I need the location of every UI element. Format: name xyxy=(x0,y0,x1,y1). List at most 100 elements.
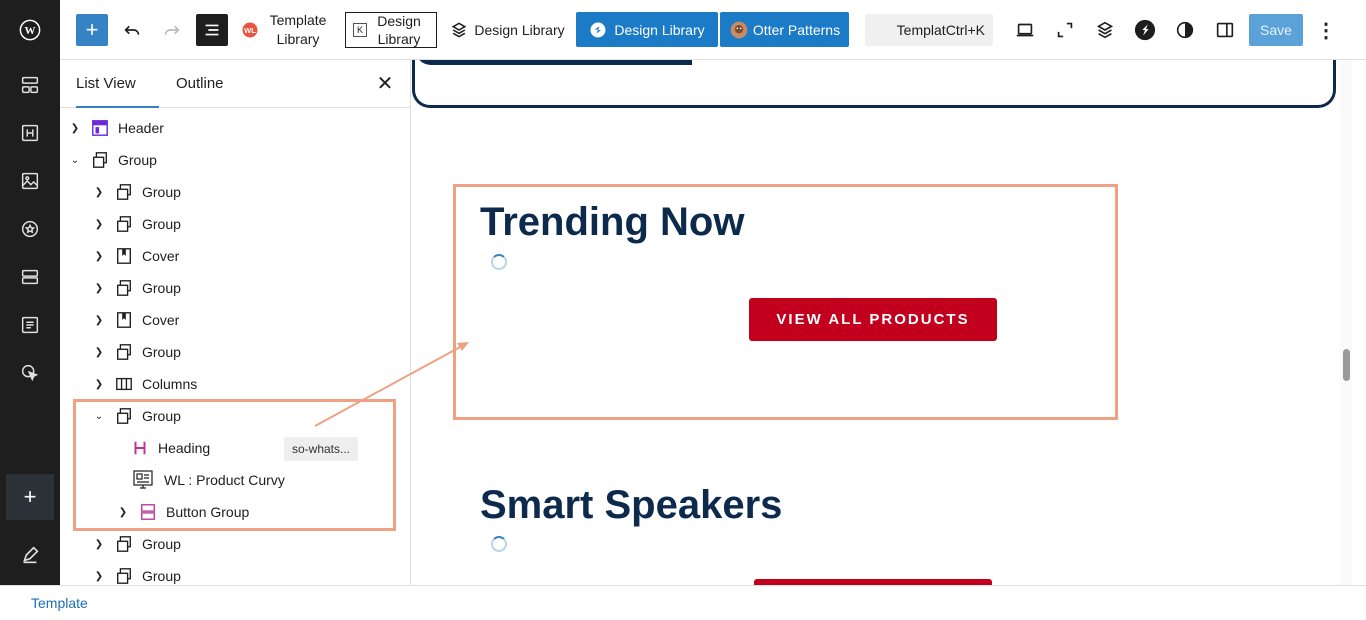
header-block-icon xyxy=(90,118,110,138)
bolt-circle-icon xyxy=(1134,19,1156,41)
hero-card-bottom xyxy=(412,60,1336,108)
otter-patterns-button[interactable]: Otter Patterns xyxy=(720,12,849,47)
chevron-down-icon[interactable]: ⌄ xyxy=(68,155,82,166)
media-image-icon[interactable] xyxy=(10,161,50,201)
chevron-right-icon[interactable]: ❯ xyxy=(92,315,106,326)
chevron-right-icon[interactable]: ❯ xyxy=(92,283,106,294)
list-item-label: Cover xyxy=(142,248,180,264)
template-library-label: Template Library xyxy=(269,12,327,47)
template-library-button[interactable]: WL Template Library xyxy=(240,12,330,48)
heading-h-icon[interactable] xyxy=(10,113,50,153)
list-item[interactable]: ❯ Group xyxy=(60,272,410,304)
list-item[interactable]: ❯ Cover xyxy=(60,240,410,272)
list-item-label: WL : Product Curvy xyxy=(164,472,285,488)
wordpress-logo-icon[interactable]: W xyxy=(10,10,50,50)
chevron-down-icon[interactable]: ⌄ xyxy=(92,411,106,422)
loading-spinner-icon xyxy=(491,254,507,270)
device-preview-button[interactable] xyxy=(1011,12,1039,48)
list-item[interactable]: ❯ Group xyxy=(60,560,410,585)
trending-now-heading[interactable]: Trending Now xyxy=(480,200,744,245)
undo-button[interactable] xyxy=(118,12,146,48)
breadcrumb[interactable]: Template xyxy=(31,595,88,611)
block-inserter-button[interactable]: + xyxy=(76,14,108,46)
list-view-icon xyxy=(205,24,219,36)
stacked-layout-icon[interactable] xyxy=(10,257,50,297)
hero-dark-panel xyxy=(415,60,692,65)
styles-button[interactable] xyxy=(1171,12,1199,48)
half-circle-contrast-icon xyxy=(1176,21,1194,39)
scrollbar-thumb[interactable] xyxy=(1343,349,1350,381)
design-library-outline-button[interactable]: K Design Library xyxy=(345,12,437,48)
chevron-right-icon[interactable]: ❯ xyxy=(92,187,106,198)
list-item-label: Group xyxy=(142,184,181,200)
fullscreen-button[interactable] xyxy=(1051,12,1079,48)
list-item[interactable]: WL : Product Curvy xyxy=(60,464,410,496)
list-item-label: Group xyxy=(142,280,181,296)
group-block-icon xyxy=(114,182,134,202)
add-new-icon[interactable]: + xyxy=(6,474,54,520)
canvas-scrollbar[interactable] xyxy=(1340,60,1352,585)
svg-text:WL: WL xyxy=(244,26,256,35)
chevron-right-icon[interactable]: ❯ xyxy=(92,379,106,390)
list-item[interactable]: ❯ Group xyxy=(60,336,410,368)
list-view-panel: List View Outline ✕ ❯ Header ⌄ Group ❯ G… xyxy=(60,60,411,585)
product-curvy-icon xyxy=(130,470,156,490)
chevron-right-icon[interactable]: ❯ xyxy=(92,539,106,550)
otter-patterns-label: Otter Patterns xyxy=(752,21,841,38)
design-library-blue-label: Design Library xyxy=(614,21,705,38)
document-overview-button[interactable] xyxy=(196,14,228,46)
list-item[interactable]: Heading so-whats... xyxy=(60,432,410,464)
expand-icon xyxy=(1057,22,1073,38)
patterns-icon[interactable] xyxy=(10,65,50,105)
save-button[interactable]: Save xyxy=(1249,14,1303,46)
list-item[interactable]: ⌄ Group xyxy=(60,144,410,176)
list-item-label: Group xyxy=(142,568,181,584)
smart-speakers-heading[interactable]: Smart Speakers xyxy=(480,483,782,528)
close-icon[interactable]: ✕ xyxy=(373,72,397,96)
page-list-icon[interactable] xyxy=(10,305,50,345)
columns-block-icon xyxy=(114,374,134,394)
laptop-icon xyxy=(1016,23,1034,37)
tab-outline[interactable]: Outline xyxy=(176,60,224,108)
list-item-label: Button Group xyxy=(166,504,250,520)
editor-footer: Template xyxy=(0,585,1366,620)
design-library-blue-button[interactable]: Design Library xyxy=(576,12,718,47)
svg-text:W: W xyxy=(25,25,36,37)
list-item[interactable]: ❯ Group xyxy=(60,208,410,240)
command-palette-shortcut: Ctrl+K xyxy=(945,22,985,38)
design-library-plain-label: Design Library xyxy=(474,22,565,38)
panel-tabs: List View Outline ✕ xyxy=(60,60,410,108)
pencil-edit-icon[interactable] xyxy=(10,535,50,575)
list-item[interactable]: ❯ Group xyxy=(60,528,410,560)
design-library-plain-button[interactable]: Design Library xyxy=(449,12,565,48)
editor-screen: W + + WL Template Library K Design Libra… xyxy=(0,0,1366,620)
list-item[interactable]: ❯ Columns xyxy=(60,368,410,400)
list-item[interactable]: ❯ Cover xyxy=(60,304,410,336)
chevron-right-icon[interactable]: ❯ xyxy=(92,251,106,262)
chevron-right-icon[interactable]: ❯ xyxy=(92,219,106,230)
redo-button[interactable] xyxy=(158,12,186,48)
view-all-products-button[interactable]: VIEW ALL PRODUCTS xyxy=(749,298,997,341)
redo-icon xyxy=(164,25,180,35)
settings-sidebar-button[interactable] xyxy=(1211,12,1239,48)
stackable-settings-button[interactable] xyxy=(1091,12,1119,48)
pointer-click-icon[interactable] xyxy=(10,353,50,393)
more-options-icon[interactable]: ⋮ xyxy=(1316,12,1336,48)
list-item-label: Group xyxy=(142,344,181,360)
chevron-right-icon[interactable]: ❯ xyxy=(92,571,106,582)
cover-block-icon xyxy=(114,310,134,330)
chevron-right-icon[interactable]: ❯ xyxy=(68,123,82,134)
command-palette-button[interactable]: Templat Ctrl+K xyxy=(865,14,993,46)
tab-list-view[interactable]: List View xyxy=(76,60,159,108)
list-item[interactable]: ❯ Group xyxy=(60,176,410,208)
stackable-bolt-button[interactable] xyxy=(1131,12,1159,48)
chevron-right-icon[interactable]: ❯ xyxy=(116,507,130,518)
list-item[interactable]: ❯ Header xyxy=(60,112,410,144)
chevron-right-icon[interactable]: ❯ xyxy=(92,347,106,358)
list-item[interactable]: ⌄ Group xyxy=(60,400,410,432)
command-palette-label: Templat xyxy=(896,22,946,38)
list-item[interactable]: ❯ Button Group xyxy=(60,496,410,528)
star-badge-icon[interactable] xyxy=(10,209,50,249)
group-block-icon xyxy=(114,534,134,554)
otter-avatar-icon xyxy=(730,21,748,38)
